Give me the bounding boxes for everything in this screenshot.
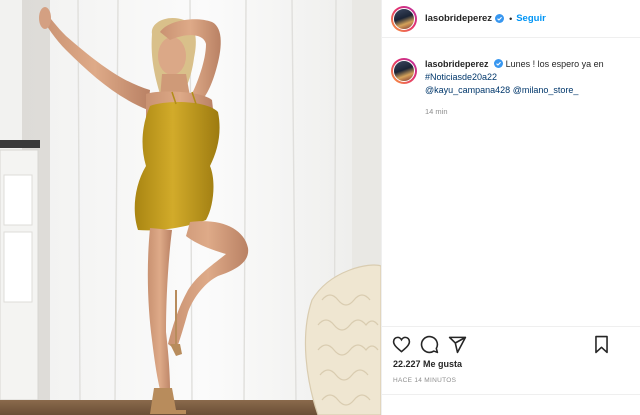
follow-button[interactable]: Seguir xyxy=(516,13,546,24)
caption-text: Lunes ! los espero ya en xyxy=(505,59,604,69)
heart-icon[interactable] xyxy=(392,335,411,354)
caption-hashtag[interactable]: #Noticiasde20a22 xyxy=(425,72,497,82)
caption-mention-2[interactable]: @milano_store_ xyxy=(513,85,579,95)
avatar[interactable] xyxy=(391,5,417,32)
header-username[interactable]: lasobrideperez xyxy=(425,13,492,24)
post-photo-illustration xyxy=(0,0,381,415)
caption-body: lasobrideperez Lunes ! los espero ya en … xyxy=(425,58,635,118)
caption-username[interactable]: lasobrideperez xyxy=(425,59,489,69)
add-comment-area xyxy=(382,394,640,415)
share-icon[interactable] xyxy=(448,335,467,354)
post-side-panel: lasobrideperez • Seguir lasobrideperez L… xyxy=(381,0,640,415)
likes-count[interactable]: 22.227 Me gusta xyxy=(393,359,462,369)
caption-time: 14 min xyxy=(425,107,448,116)
caption-comment: lasobrideperez Lunes ! los espero ya en … xyxy=(391,58,635,118)
caption-mention-1[interactable]: @kayu_campana428 xyxy=(425,85,510,95)
post-photo[interactable] xyxy=(0,0,381,415)
header-separator: • xyxy=(509,13,513,24)
action-bar xyxy=(382,326,640,358)
bookmark-icon[interactable] xyxy=(592,335,611,354)
verified-badge-icon xyxy=(495,14,505,23)
caption-avatar[interactable] xyxy=(391,58,417,84)
post-timestamp: HACE 14 MINUTOS xyxy=(393,377,457,384)
comment-icon[interactable] xyxy=(420,335,439,354)
verified-badge-icon xyxy=(494,59,504,68)
post-header: lasobrideperez • Seguir xyxy=(382,0,640,38)
